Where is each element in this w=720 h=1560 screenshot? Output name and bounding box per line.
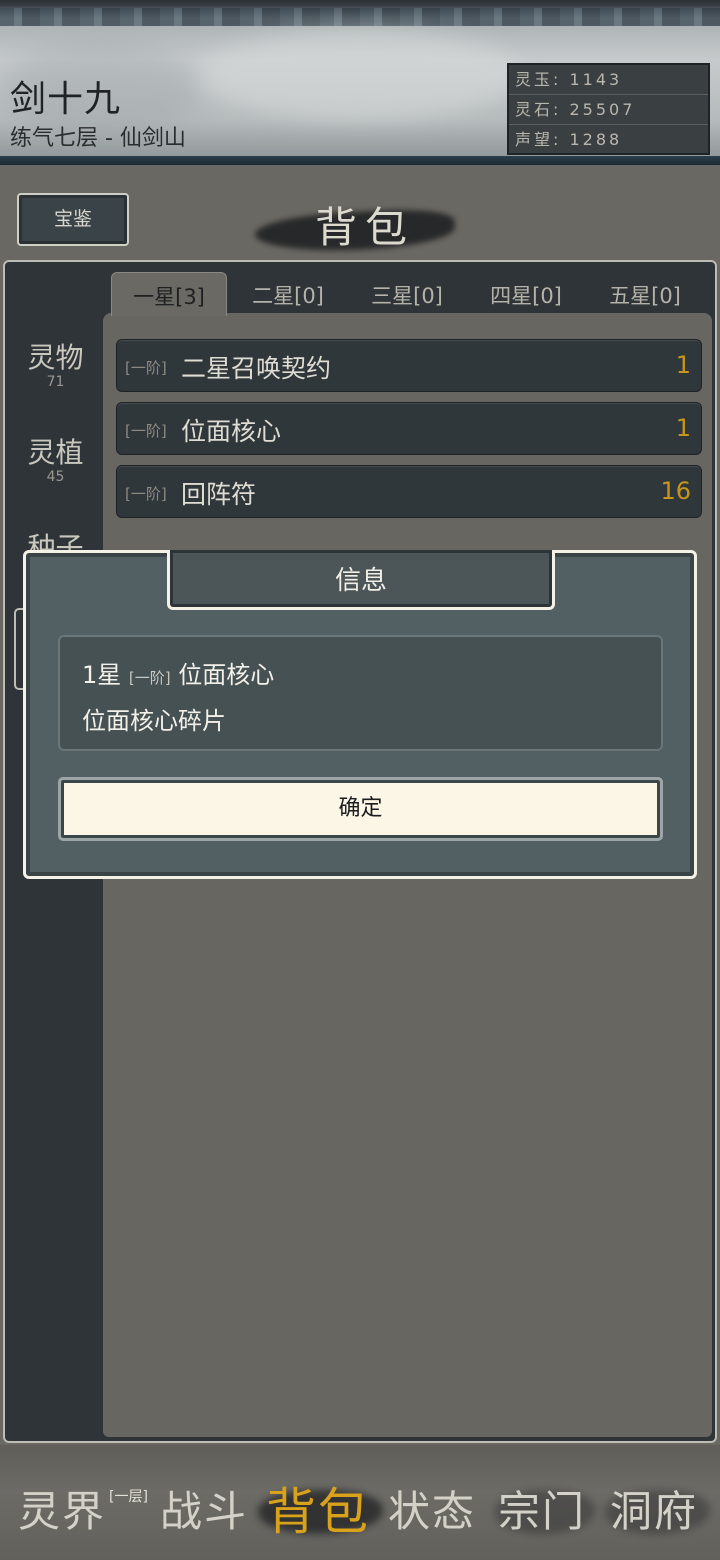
tab-five-star[interactable]: 五星[0] bbox=[587, 272, 703, 314]
nav-status[interactable]: 状态 bbox=[388, 1478, 476, 1539]
character-name: 剑十九 bbox=[10, 79, 122, 120]
dialog-content: 1星 [一阶] 位面核心 位面核心碎片 bbox=[58, 635, 663, 751]
tab-three-star[interactable]: 三星[0] bbox=[349, 272, 465, 314]
item-tier: [一阶] bbox=[125, 422, 167, 440]
info-dialog: 信息 1星 [一阶] 位面核心 位面核心碎片 确定 bbox=[23, 550, 697, 879]
nav-inventory[interactable]: 背包 bbox=[266, 1472, 370, 1544]
tab-four-star[interactable]: 四星[0] bbox=[468, 272, 584, 314]
item-name: 位面核心 bbox=[178, 661, 275, 689]
confirm-button[interactable]: 确定 bbox=[58, 777, 663, 841]
category-label: 灵植 bbox=[27, 436, 84, 469]
item-quantity: 1 bbox=[675, 414, 691, 442]
nav-spirit-realm-floor-badge: [一层] bbox=[109, 1489, 148, 1505]
header-divider bbox=[0, 156, 720, 165]
mist-decoration bbox=[200, 30, 520, 120]
resource-panel: 灵玉: 1143 灵石: 25507 声望: 1288 bbox=[507, 63, 710, 155]
resource-value: 25507 bbox=[569, 100, 636, 119]
item-name: 二星召唤契约 bbox=[181, 354, 332, 383]
item-tier: [一阶] bbox=[128, 669, 171, 687]
resource-label: 灵石 bbox=[515, 100, 554, 119]
tab-two-star[interactable]: 二星[0] bbox=[230, 272, 346, 314]
resource-value: 1288 bbox=[569, 130, 623, 149]
resource-label: 声望 bbox=[515, 130, 554, 149]
treasure-catalog-button[interactable]: 宝鉴 bbox=[17, 193, 129, 246]
nav-cave-abode[interactable]: 洞府 bbox=[610, 1478, 698, 1539]
inventory-item[interactable]: [一阶] 二星召唤契约 1 bbox=[116, 339, 702, 392]
dialog-header: 信息 bbox=[167, 550, 555, 610]
resource-label: 灵玉 bbox=[515, 70, 554, 89]
category-count: 71 bbox=[46, 374, 65, 390]
category-spirit-plants[interactable]: 灵植 45 bbox=[8, 436, 103, 486]
category-spirit-items[interactable]: 灵物 71 bbox=[8, 341, 103, 391]
dialog-title: 信息 bbox=[334, 566, 387, 596]
item-tier: [一阶] bbox=[125, 359, 167, 377]
inventory-item[interactable]: [一阶] 位面核心 1 bbox=[116, 402, 702, 455]
nav-battle[interactable]: 战斗 bbox=[160, 1478, 248, 1539]
item-quantity: 16 bbox=[660, 477, 691, 505]
character-realm-sect: 练气七层 - 仙剑山 bbox=[10, 126, 186, 151]
item-description: 位面核心碎片 bbox=[82, 707, 226, 735]
item-tier: [一阶] bbox=[125, 485, 167, 503]
item-name: 位面核心 bbox=[181, 417, 282, 446]
item-name: 回阵符 bbox=[181, 480, 257, 509]
inventory-item[interactable]: [一阶] 回阵符 16 bbox=[116, 465, 702, 518]
nav-sect[interactable]: 宗门 bbox=[498, 1478, 586, 1539]
character-header: 剑十九 练气七层 - 仙剑山 灵玉: 1143 灵石: 25507 声望: 12… bbox=[0, 0, 720, 165]
nav-spirit-realm[interactable]: 灵界 bbox=[18, 1478, 106, 1539]
category-label: 灵物 bbox=[27, 341, 84, 374]
category-count: 45 bbox=[46, 469, 65, 485]
tab-one-star[interactable]: 一星[3] bbox=[111, 272, 227, 316]
resource-value: 1143 bbox=[569, 70, 623, 89]
resource-spirit-jade: 灵玉: 1143 bbox=[509, 65, 708, 95]
resource-spirit-stone: 灵石: 25507 bbox=[509, 95, 708, 125]
ink-mountain-decoration bbox=[0, 8, 720, 26]
item-quantity: 1 bbox=[675, 351, 691, 379]
resource-reputation: 声望: 1288 bbox=[515, 130, 623, 149]
item-detail-header: 1星 [一阶] 位面核心 bbox=[82, 655, 274, 690]
page-title: 背包 bbox=[315, 203, 416, 252]
item-star-level: 1星 bbox=[82, 661, 122, 689]
